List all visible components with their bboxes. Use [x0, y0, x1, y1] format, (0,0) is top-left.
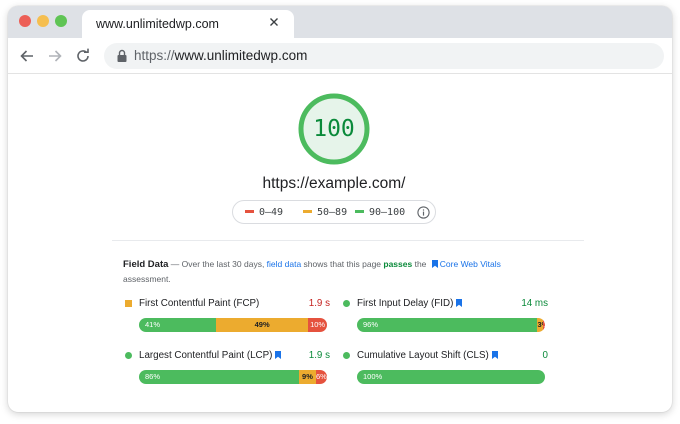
passes-text: passes	[383, 259, 413, 269]
zoom-window-button[interactable]	[55, 15, 67, 27]
info-icon[interactable]	[417, 206, 430, 219]
metric-value: 1.9 s	[308, 298, 330, 309]
browser-toolbar: https://www.unlimitedwp.com	[8, 38, 672, 74]
legend-swatch	[245, 209, 254, 213]
metric-label: First Input Delay (FID)	[357, 298, 463, 309]
metric-lcp: Largest Contentful Paint (LCP) 1.9 s 86%…	[124, 349, 330, 399]
bookmark-flag-icon	[275, 351, 282, 359]
browser-window: www.unlimitedwp.com https://www.unlimite…	[8, 6, 672, 412]
tab-unlimitedwp[interactable]: www.unlimitedwp.com	[82, 10, 294, 38]
field-data-link[interactable]: field data	[267, 259, 302, 269]
segment-good: 100%	[357, 370, 545, 384]
metric-fid: First Input Delay (FID) 14 ms 96% 3% 1%	[342, 297, 548, 347]
divider	[112, 240, 584, 241]
url-host: www.unlimitedwp.com	[174, 48, 308, 63]
legend-poor: 0–49	[245, 207, 283, 218]
status-dot-icon	[343, 352, 350, 359]
metric-value: 1.9 s	[308, 350, 330, 361]
legend-swatch	[303, 209, 312, 213]
tab-bar: www.unlimitedwp.com	[8, 6, 672, 38]
segment-good: 96%	[357, 318, 538, 332]
legend-needs-improvement: 50–89	[303, 207, 347, 218]
metric-value: 0	[542, 350, 548, 361]
status-dot-icon	[343, 300, 350, 307]
site-url: https://example.com/	[262, 175, 406, 192]
pagespeed-report: 100 https://example.com/ 0–49 50–89 90–1…	[8, 75, 672, 412]
distribution-bar: 86% 9% 6%	[139, 370, 327, 384]
close-window-button[interactable]	[19, 15, 31, 27]
bookmark-flag-icon	[431, 260, 438, 268]
back-arrow-icon[interactable]	[18, 47, 36, 65]
distribution-bar: 96% 3% 1%	[357, 318, 545, 332]
forward-arrow-icon[interactable]	[46, 47, 64, 65]
segment-poor: 10%	[308, 318, 327, 332]
metric-fcp: First Contentful Paint (FCP) 1.9 s 41% 4…	[124, 297, 330, 347]
distribution-bar: 41% 49% 10%	[139, 318, 327, 332]
tab-title: www.unlimitedwp.com	[96, 17, 219, 31]
score-legend: 0–49 50–89 90–100	[232, 200, 436, 224]
metric-cls: Cumulative Layout Shift (CLS) 0 100%	[342, 349, 548, 399]
address-bar[interactable]: https://www.unlimitedwp.com	[104, 43, 664, 69]
metric-value: 14 ms	[521, 298, 548, 309]
bookmark-flag-icon	[491, 351, 498, 359]
core-web-vitals-link[interactable]: Core Web Vitals	[440, 259, 501, 269]
segment-good: 41%	[139, 318, 217, 332]
legend-good: 90–100	[355, 207, 405, 218]
field-data-title: Field Data	[123, 259, 169, 270]
bookmark-flag-icon	[456, 299, 463, 307]
url-text: https://www.unlimitedwp.com	[134, 48, 307, 63]
metric-label: First Contentful Paint (FCP)	[139, 298, 260, 309]
minimize-window-button[interactable]	[37, 15, 49, 27]
segment-needs-improvement: 49%	[216, 318, 309, 332]
segment-good: 86%	[139, 370, 300, 384]
url-protocol: https://	[134, 48, 175, 63]
segment-poor: 6%	[315, 370, 327, 384]
segment-needs-improvement: 9%	[299, 370, 316, 384]
metric-label: Cumulative Layout Shift (CLS)	[357, 350, 498, 361]
lock-icon	[117, 49, 127, 62]
status-dot-icon	[125, 352, 132, 359]
field-data-summary: Field Data — Over the last 30 days, fiel…	[123, 259, 501, 284]
segment-poor: 1%	[543, 318, 545, 332]
legend-swatch	[355, 209, 364, 213]
status-square-icon	[125, 300, 132, 307]
metric-label: Largest Contentful Paint (LCP)	[139, 350, 282, 361]
reload-icon[interactable]	[74, 47, 92, 65]
close-icon[interactable]	[266, 14, 282, 30]
distribution-bar: 100%	[357, 370, 545, 384]
performance-score: 100	[313, 116, 355, 142]
